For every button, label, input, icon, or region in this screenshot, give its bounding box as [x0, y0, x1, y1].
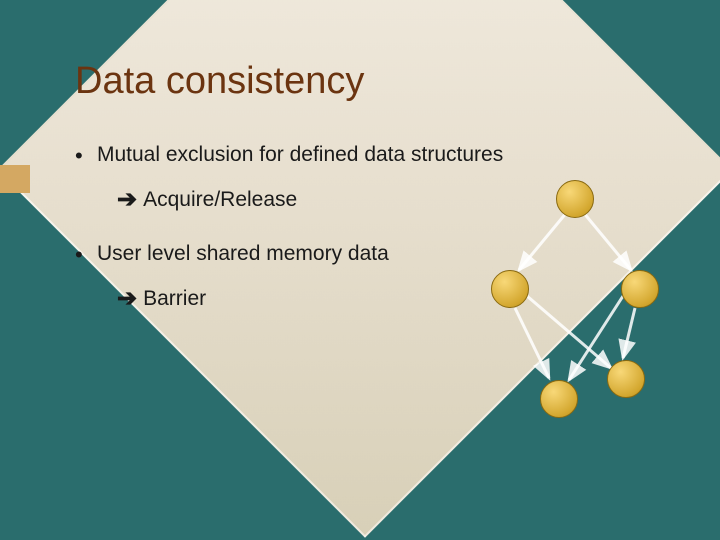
- sub-text: Barrier: [143, 287, 206, 311]
- sub-text: Acquire/Release: [143, 188, 297, 212]
- slide-title: Data consistency: [75, 60, 670, 103]
- arrow-icon: ➔: [117, 185, 137, 214]
- bullet-text: Mutual exclusion for defined data struct…: [97, 143, 503, 166]
- bullet-text: User level shared memory data: [97, 242, 389, 265]
- bullet-item: Mutual exclusion for defined data struct…: [75, 143, 670, 167]
- arrow-icon: ➔: [117, 284, 137, 313]
- graph-node: [607, 360, 645, 398]
- graph-node: [491, 270, 529, 308]
- graph-node: [556, 180, 594, 218]
- graph-node: [621, 270, 659, 308]
- node-diagram: [485, 180, 665, 440]
- graph-node: [540, 380, 578, 418]
